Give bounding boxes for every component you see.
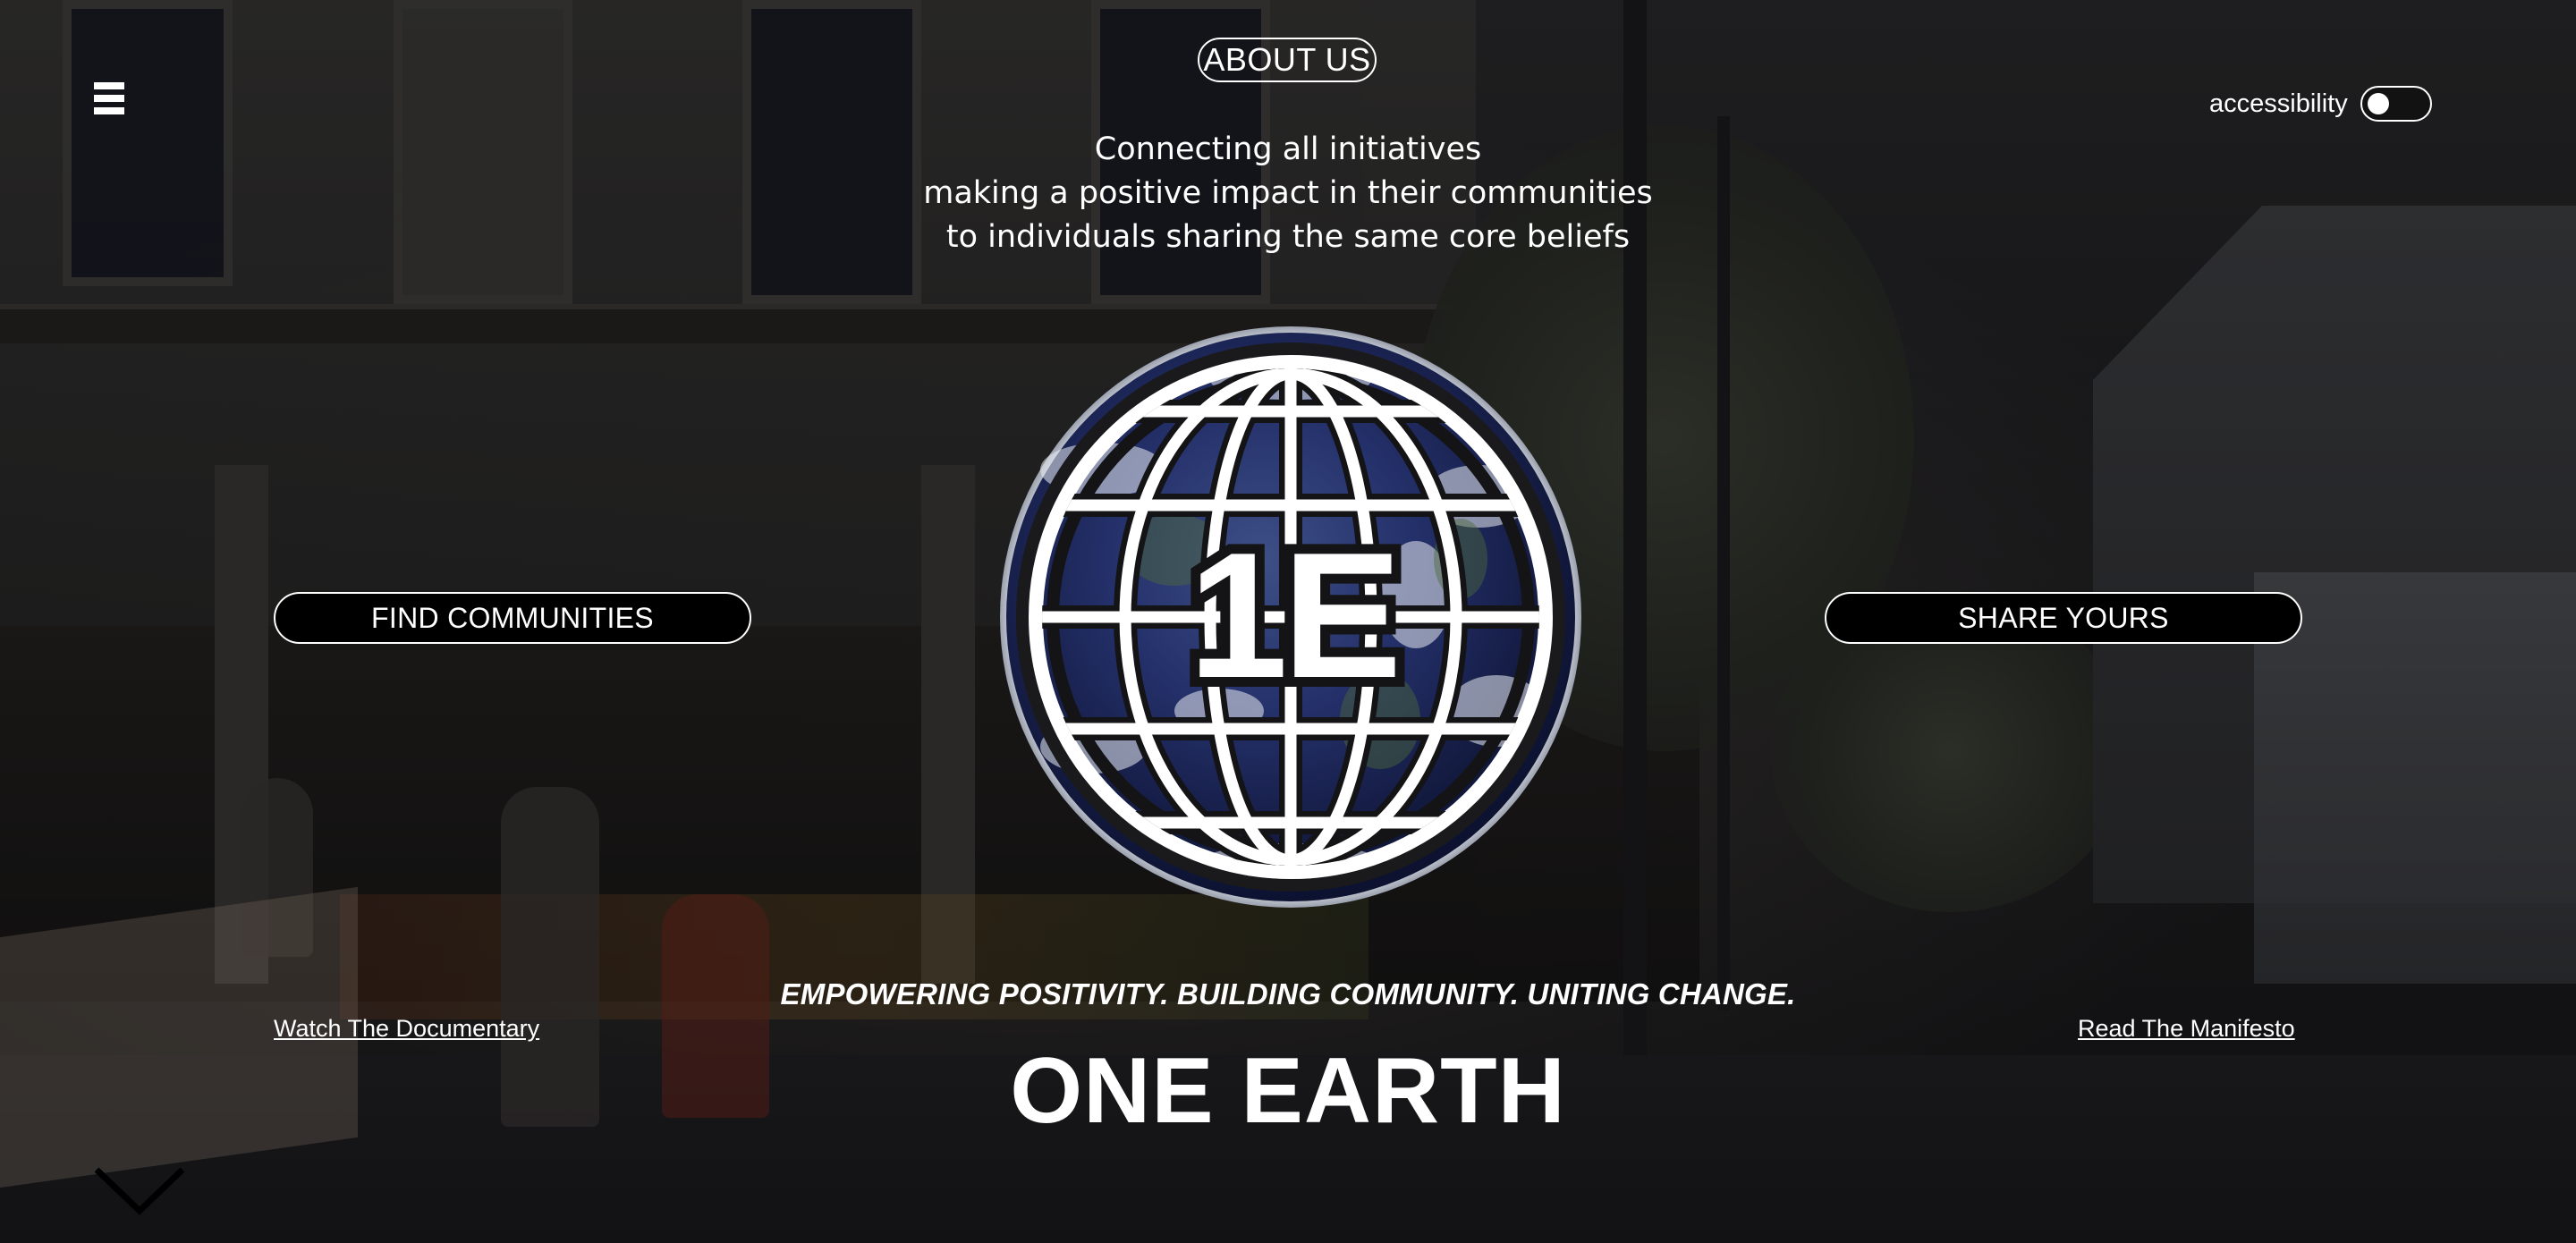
accessibility-label: accessibility xyxy=(2209,89,2348,118)
accessibility-control: accessibility xyxy=(2209,84,2432,123)
about-us-button[interactable]: ABOUT US xyxy=(1198,38,1377,82)
tagline-line: to individuals sharing the same core bel… xyxy=(945,219,1631,255)
read-manifesto-link[interactable]: Read The Manifesto xyxy=(2078,1015,2295,1043)
share-yours-button[interactable]: SHARE YOURS xyxy=(1825,592,2302,644)
watch-documentary-link[interactable]: Watch The Documentary xyxy=(274,1015,539,1043)
find-communities-button[interactable]: FIND COMMUNITIES xyxy=(274,592,751,644)
logo-mark: 1E 1E xyxy=(1179,506,1412,725)
logo-text: 1E xyxy=(1189,516,1397,715)
tagline-line: making a positive impact in their commun… xyxy=(923,175,1653,211)
hamburger-menu-icon[interactable] xyxy=(94,82,124,116)
brand-title: ONE EARTH xyxy=(1010,1039,1566,1143)
hero-section: ABOUT US Connecting all initiatives maki… xyxy=(0,0,2576,1243)
motto-text: EMPOWERING POSITIVITY. BUILDING COMMUNIT… xyxy=(780,977,1796,1010)
chevron-down-icon[interactable] xyxy=(93,1164,186,1218)
tagline-line: Connecting all initiatives xyxy=(1094,131,1482,167)
toggle-knob xyxy=(2367,93,2389,114)
accessibility-toggle[interactable] xyxy=(2360,86,2432,122)
globe-logo-icon: 1E 1E xyxy=(996,326,1586,908)
tagline: Connecting all initiatives making a posi… xyxy=(841,128,1735,259)
